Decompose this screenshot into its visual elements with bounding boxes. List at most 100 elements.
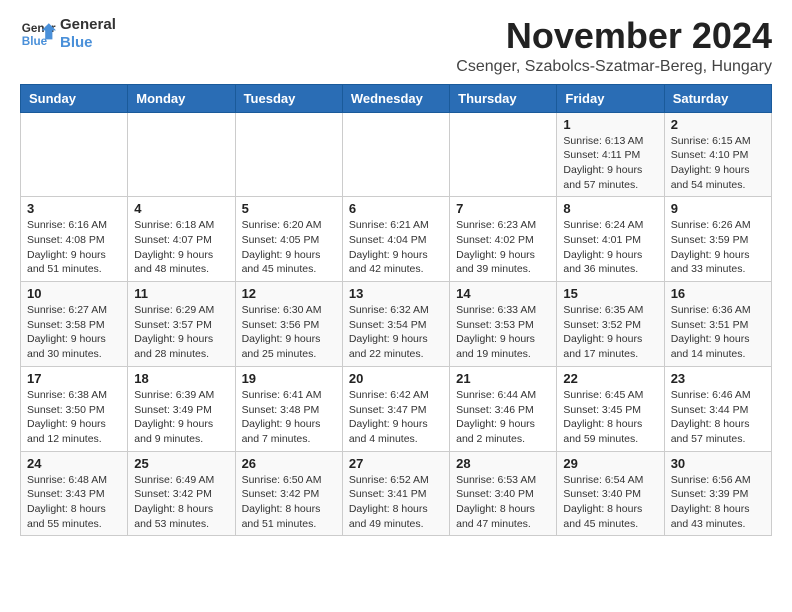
day-number: 14 bbox=[456, 286, 550, 301]
calendar-week-2: 3Sunrise: 6:16 AM Sunset: 4:08 PM Daylig… bbox=[21, 197, 772, 282]
day-info: Sunrise: 6:27 AM Sunset: 3:58 PM Dayligh… bbox=[27, 303, 121, 362]
day-number: 22 bbox=[563, 371, 657, 386]
day-info: Sunrise: 6:23 AM Sunset: 4:02 PM Dayligh… bbox=[456, 218, 550, 277]
day-info: Sunrise: 6:41 AM Sunset: 3:48 PM Dayligh… bbox=[242, 388, 336, 447]
calendar-cell: 1 Sunrise: 6:13 AM Sunset: 4:11 PM Daylig… bbox=[557, 112, 664, 197]
header-day-thursday: Thursday bbox=[450, 84, 557, 112]
calendar-cell: 29 Sunrise: 6:54 AM Sunset: 3:40 PM Dayli… bbox=[557, 451, 664, 536]
header-day-tuesday: Tuesday bbox=[235, 84, 342, 112]
day-number: 7 bbox=[456, 201, 550, 216]
day-info: Sunrise: 6:26 AM Sunset: 3:59 PM Dayligh… bbox=[671, 218, 765, 277]
day-info: Sunrise: 6:29 AM Sunset: 3:57 PM Dayligh… bbox=[134, 303, 228, 362]
day-info: Sunrise: 6:21 AM Sunset: 4:04 PM Dayligh… bbox=[349, 218, 443, 277]
calendar-cell: 3Sunrise: 6:16 AM Sunset: 4:08 PM Daylig… bbox=[21, 197, 128, 282]
logo-icon: General Blue bbox=[20, 16, 56, 52]
calendar-cell: 18 Sunrise: 6:39 AM Sunset: 3:49 PM Dayli… bbox=[128, 366, 235, 451]
day-number: 28 bbox=[456, 456, 550, 471]
calendar-cell: 17Sunrise: 6:38 AM Sunset: 3:50 PM Dayli… bbox=[21, 366, 128, 451]
day-number: 19 bbox=[242, 371, 336, 386]
day-info: Sunrise: 6:54 AM Sunset: 3:40 PM Dayligh… bbox=[563, 473, 657, 532]
day-info: Sunrise: 6:30 AM Sunset: 3:56 PM Dayligh… bbox=[242, 303, 336, 362]
page-header: General Blue General Blue November 2024 … bbox=[20, 16, 772, 76]
day-number: 15 bbox=[563, 286, 657, 301]
page-title: November 2024 bbox=[456, 16, 772, 56]
header-day-friday: Friday bbox=[557, 84, 664, 112]
day-number: 18 bbox=[134, 371, 228, 386]
calendar-week-1: 1 Sunrise: 6:13 AM Sunset: 4:11 PM Daylig… bbox=[21, 112, 772, 197]
day-info: Sunrise: 6:44 AM Sunset: 3:46 PM Dayligh… bbox=[456, 388, 550, 447]
day-number: 16 bbox=[671, 286, 765, 301]
day-info: Sunrise: 6:50 AM Sunset: 3:42 PM Dayligh… bbox=[242, 473, 336, 532]
calendar-cell: 30 Sunrise: 6:56 AM Sunset: 3:39 PM Dayli… bbox=[664, 451, 771, 536]
header-day-saturday: Saturday bbox=[664, 84, 771, 112]
header-day-sunday: Sunday bbox=[21, 84, 128, 112]
calendar-table: SundayMondayTuesdayWednesdayThursdayFrid… bbox=[20, 84, 772, 537]
day-number: 6 bbox=[349, 201, 443, 216]
day-number: 10 bbox=[27, 286, 121, 301]
calendar-cell: 22 Sunrise: 6:45 AM Sunset: 3:45 PM Dayli… bbox=[557, 366, 664, 451]
day-number: 29 bbox=[563, 456, 657, 471]
day-info: Sunrise: 6:16 AM Sunset: 4:08 PM Dayligh… bbox=[27, 218, 121, 277]
calendar-week-5: 24 Sunrise: 6:48 AM Sunset: 3:43 PM Dayli… bbox=[21, 451, 772, 536]
calendar-cell: 12 Sunrise: 6:30 AM Sunset: 3:56 PM Dayli… bbox=[235, 282, 342, 367]
day-info: Sunrise: 6:20 AM Sunset: 4:05 PM Dayligh… bbox=[242, 218, 336, 277]
calendar-cell: 14 Sunrise: 6:33 AM Sunset: 3:53 PM Dayli… bbox=[450, 282, 557, 367]
day-info: Sunrise: 6:49 AM Sunset: 3:42 PM Dayligh… bbox=[134, 473, 228, 532]
calendar-cell bbox=[235, 112, 342, 197]
calendar-cell: 6 Sunrise: 6:21 AM Sunset: 4:04 PM Daylig… bbox=[342, 197, 449, 282]
calendar-cell: 19 Sunrise: 6:41 AM Sunset: 3:48 PM Dayli… bbox=[235, 366, 342, 451]
calendar-header: SundayMondayTuesdayWednesdayThursdayFrid… bbox=[21, 84, 772, 112]
day-number: 4 bbox=[134, 201, 228, 216]
day-number: 13 bbox=[349, 286, 443, 301]
day-number: 1 bbox=[563, 117, 657, 132]
calendar-cell: 27 Sunrise: 6:52 AM Sunset: 3:41 PM Dayli… bbox=[342, 451, 449, 536]
calendar-cell: 23 Sunrise: 6:46 AM Sunset: 3:44 PM Dayli… bbox=[664, 366, 771, 451]
page-subtitle: Csenger, Szabolcs-Szatmar-Bereg, Hungary bbox=[456, 58, 772, 76]
day-info: Sunrise: 6:15 AM Sunset: 4:10 PM Dayligh… bbox=[671, 134, 765, 193]
day-info: Sunrise: 6:33 AM Sunset: 3:53 PM Dayligh… bbox=[456, 303, 550, 362]
calendar-cell: 8Sunrise: 6:24 AM Sunset: 4:01 PM Daylig… bbox=[557, 197, 664, 282]
calendar-cell: 15 Sunrise: 6:35 AM Sunset: 3:52 PM Dayli… bbox=[557, 282, 664, 367]
day-number: 27 bbox=[349, 456, 443, 471]
day-number: 24 bbox=[27, 456, 121, 471]
day-info: Sunrise: 6:39 AM Sunset: 3:49 PM Dayligh… bbox=[134, 388, 228, 447]
calendar-cell: 28 Sunrise: 6:53 AM Sunset: 3:40 PM Dayli… bbox=[450, 451, 557, 536]
logo-general: General bbox=[60, 16, 116, 34]
logo-blue: Blue bbox=[60, 34, 116, 52]
day-number: 30 bbox=[671, 456, 765, 471]
day-number: 20 bbox=[349, 371, 443, 386]
day-number: 9 bbox=[671, 201, 765, 216]
calendar-cell bbox=[21, 112, 128, 197]
day-number: 26 bbox=[242, 456, 336, 471]
svg-text:Blue: Blue bbox=[22, 35, 48, 48]
day-info: Sunrise: 6:46 AM Sunset: 3:44 PM Dayligh… bbox=[671, 388, 765, 447]
day-info: Sunrise: 6:13 AM Sunset: 4:11 PM Dayligh… bbox=[563, 134, 657, 193]
day-number: 21 bbox=[456, 371, 550, 386]
day-info: Sunrise: 6:35 AM Sunset: 3:52 PM Dayligh… bbox=[563, 303, 657, 362]
calendar-cell: 11 Sunrise: 6:29 AM Sunset: 3:57 PM Dayli… bbox=[128, 282, 235, 367]
day-info: Sunrise: 6:24 AM Sunset: 4:01 PM Dayligh… bbox=[563, 218, 657, 277]
day-info: Sunrise: 6:53 AM Sunset: 3:40 PM Dayligh… bbox=[456, 473, 550, 532]
day-info: Sunrise: 6:38 AM Sunset: 3:50 PM Dayligh… bbox=[27, 388, 121, 447]
calendar-cell: 5Sunrise: 6:20 AM Sunset: 4:05 PM Daylig… bbox=[235, 197, 342, 282]
calendar-body: 1 Sunrise: 6:13 AM Sunset: 4:11 PM Daylig… bbox=[21, 112, 772, 536]
calendar-cell: 20Sunrise: 6:42 AM Sunset: 3:47 PM Dayli… bbox=[342, 366, 449, 451]
logo: General Blue General Blue bbox=[20, 16, 116, 52]
day-number: 25 bbox=[134, 456, 228, 471]
day-info: Sunrise: 6:52 AM Sunset: 3:41 PM Dayligh… bbox=[349, 473, 443, 532]
day-info: Sunrise: 6:56 AM Sunset: 3:39 PM Dayligh… bbox=[671, 473, 765, 532]
calendar-cell: 24 Sunrise: 6:48 AM Sunset: 3:43 PM Dayli… bbox=[21, 451, 128, 536]
day-info: Sunrise: 6:18 AM Sunset: 4:07 PM Dayligh… bbox=[134, 218, 228, 277]
day-info: Sunrise: 6:48 AM Sunset: 3:43 PM Dayligh… bbox=[27, 473, 121, 532]
calendar-cell: 26 Sunrise: 6:50 AM Sunset: 3:42 PM Dayli… bbox=[235, 451, 342, 536]
calendar-cell bbox=[342, 112, 449, 197]
day-info: Sunrise: 6:45 AM Sunset: 3:45 PM Dayligh… bbox=[563, 388, 657, 447]
calendar-cell: 13Sunrise: 6:32 AM Sunset: 3:54 PM Dayli… bbox=[342, 282, 449, 367]
day-number: 12 bbox=[242, 286, 336, 301]
title-area: November 2024 Csenger, Szabolcs-Szatmar-… bbox=[456, 16, 772, 76]
day-number: 11 bbox=[134, 286, 228, 301]
calendar-week-4: 17Sunrise: 6:38 AM Sunset: 3:50 PM Dayli… bbox=[21, 366, 772, 451]
calendar-cell: 7 Sunrise: 6:23 AM Sunset: 4:02 PM Daylig… bbox=[450, 197, 557, 282]
day-number: 23 bbox=[671, 371, 765, 386]
calendar-cell: 21 Sunrise: 6:44 AM Sunset: 3:46 PM Dayli… bbox=[450, 366, 557, 451]
